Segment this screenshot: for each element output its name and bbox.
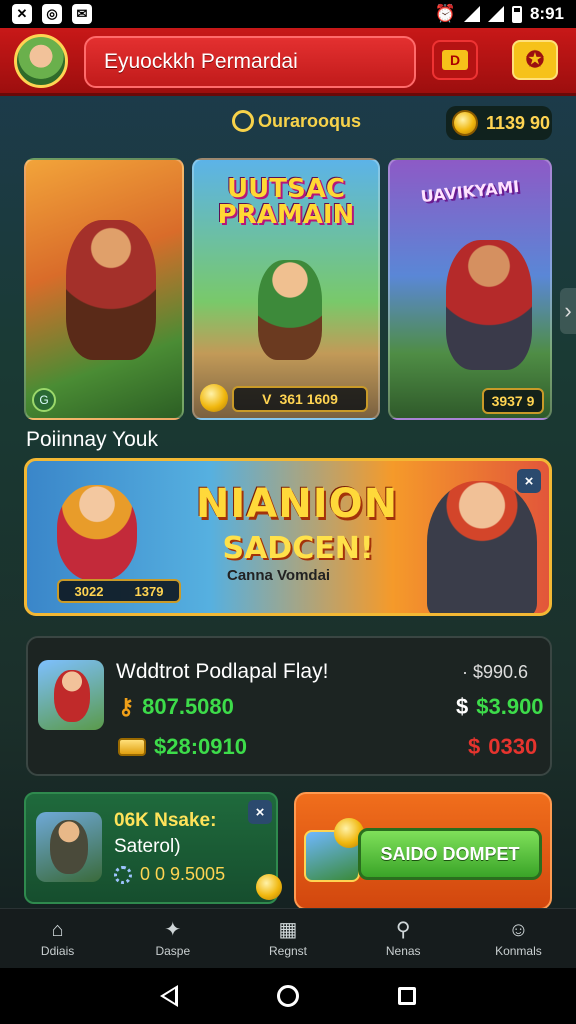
stats-title: Wddtrot Podlapal Flay! — [116, 660, 329, 683]
stat-value: $3.900 — [476, 694, 544, 719]
whatsapp-icon: ◎ — [42, 4, 62, 24]
promo-value: 0 0 9.5005 — [114, 864, 225, 885]
ticket-icon: D — [442, 50, 468, 70]
card-progress-bar: 3937 9 — [482, 388, 544, 414]
banner-bar-left: 3022 — [74, 583, 104, 599]
profile-icon: ☺ — [508, 918, 529, 941]
hero-illustration — [66, 220, 156, 360]
card-title: UUTSAC PRAMAIN — [194, 176, 378, 228]
stats-total: · $990.6 — [462, 662, 529, 682]
nav-item-home[interactable]: ⌂ Ddiais — [0, 909, 115, 968]
system-nav-bar — [0, 968, 576, 1024]
mail-icon: ✉ — [72, 4, 92, 24]
hero-illustration — [258, 260, 322, 360]
coin-balance[interactable]: 1139 90 — [446, 106, 552, 140]
ring-icon — [232, 110, 254, 132]
gear-icon — [114, 865, 132, 884]
stat-value: 807.5080 — [142, 694, 234, 719]
card-bar-value: 3937 9 — [491, 393, 535, 409]
stat-value: 0330 — [488, 734, 538, 759]
nav-label: Ddiais — [40, 943, 75, 958]
nav-item-search[interactable]: ⚲ Nenas — [346, 909, 461, 968]
key-icon: ⚷ — [118, 694, 135, 719]
stat-row-loss: $ 0330 — [468, 734, 537, 760]
verified-icon: V — [262, 391, 272, 407]
bottom-nav: ⌂ Ddiais ✦ Daspe ▦ Regnst ⚲ Nenas ☺ Konm… — [0, 908, 576, 968]
close-icon[interactable]: × — [517, 469, 541, 493]
star-icon: ✪ — [525, 47, 545, 72]
stat-row-dollar: $ $3.900 — [456, 694, 544, 720]
status-time: 8:91 — [529, 4, 564, 23]
nav-label: Regnst — [268, 943, 308, 958]
card-badge-icon: G — [32, 388, 56, 412]
close-icon[interactable]: × — [248, 800, 272, 824]
stats-panel[interactable]: Wddtrot Podlapal Flay! · $990.6 ⚷ 807.50… — [26, 636, 552, 776]
carousel-next-button[interactable]: › — [560, 288, 576, 334]
banner-bar: 3022 1379 — [57, 579, 181, 603]
coin-icon — [452, 110, 478, 136]
card-bar-value: 361 1609 — [279, 391, 338, 407]
promo-banner[interactable]: NIANION SADCEN! Canna Vomdai 3022 1379 × — [24, 458, 552, 616]
stat-row-gold: $28:0910 — [118, 734, 247, 760]
coin-icon — [256, 874, 282, 900]
home-icon: ⌂ — [51, 918, 64, 941]
promo-title: 06K Nsake: — [114, 810, 217, 831]
ticket-button[interactable]: D — [432, 40, 478, 80]
coin-icon — [200, 384, 228, 412]
dollar-icon: $ — [456, 694, 469, 719]
game-card-1[interactable]: G — [24, 158, 184, 420]
alarm-icon: ⏰ — [434, 4, 456, 23]
wallet-button[interactable]: SAIDO DOMPET — [358, 828, 542, 880]
calendar-icon: ▦ — [278, 918, 298, 941]
card-title-line-1: UUTSAC — [227, 174, 345, 204]
back-icon[interactable] — [159, 985, 178, 1007]
section-label: Poiinnay Youk — [26, 428, 158, 451]
card-progress-bar: V 361 1609 — [232, 386, 368, 412]
signal-icon — [487, 6, 504, 22]
battery-icon — [511, 5, 522, 23]
recents-icon[interactable] — [398, 987, 417, 1005]
nav-label: Daspe — [155, 943, 191, 958]
search-icon: ⚲ — [395, 918, 411, 941]
nav-label: Nenas — [385, 943, 421, 958]
wifi-icon — [463, 6, 480, 22]
card-title: UAVIKYAMI — [419, 176, 521, 207]
game-icon: ✦ — [164, 918, 182, 941]
card-title-line-2: PRAMAIN — [217, 200, 355, 230]
x-icon: ✕ — [12, 4, 32, 24]
banner-title: NIANION — [195, 481, 399, 527]
nav-item-calendar[interactable]: ▦ Regnst — [230, 909, 345, 968]
nav-item-profile[interactable]: ☺ Konmals — [461, 909, 576, 968]
banner-tagline: Canna Vomdai — [227, 567, 331, 584]
stats-thumbnail — [38, 660, 104, 730]
promo-card[interactable]: 06K Nsake: Saterol) 0 0 9.5005 × — [24, 792, 282, 904]
stat-value: $28:0910 — [154, 734, 247, 759]
section-header-label: Ourarooqus — [258, 110, 362, 131]
banner-character-left — [57, 485, 137, 581]
search-field[interactable]: Eyuockkh Permardai — [84, 36, 416, 88]
status-bar: ✕ ◎ ✉ ⏰ 8:91 — [0, 0, 576, 28]
coin-balance-value: 1139 90 — [486, 112, 551, 133]
app-header: Eyuockkh Permardai D ✪ — [0, 28, 576, 96]
gold-bar-icon — [118, 738, 146, 756]
hero-illustration — [446, 240, 532, 370]
nav-label: Konmals — [495, 943, 542, 958]
banner-bar-right: 1379 — [134, 583, 164, 599]
banner-character-right — [427, 481, 537, 613]
reward-button[interactable]: ✪ — [512, 40, 558, 80]
promo-subtitle: Saterol) — [114, 836, 181, 857]
game-card-3[interactable]: UAVIKYAMI 3937 9 — [388, 158, 552, 420]
wallet-card: SAIDO DOMPET — [294, 792, 552, 910]
home-circle-icon[interactable] — [276, 985, 299, 1007]
avatar[interactable] — [14, 34, 68, 88]
game-card-2[interactable]: UUTSAC PRAMAIN V 361 1609 — [192, 158, 380, 420]
stat-row-key: ⚷ 807.5080 — [118, 694, 234, 720]
banner-subtitle: SADCEN! — [222, 531, 374, 566]
dollar-icon: $ — [468, 734, 481, 759]
search-text: Eyuockkh Permardai — [104, 50, 298, 73]
nav-item-games[interactable]: ✦ Daspe — [115, 909, 230, 968]
section-header[interactable]: Ourarooqus — [232, 110, 361, 132]
promo-value-text: 0 0 9.5005 — [140, 864, 226, 884]
promo-thumbnail — [36, 812, 102, 882]
